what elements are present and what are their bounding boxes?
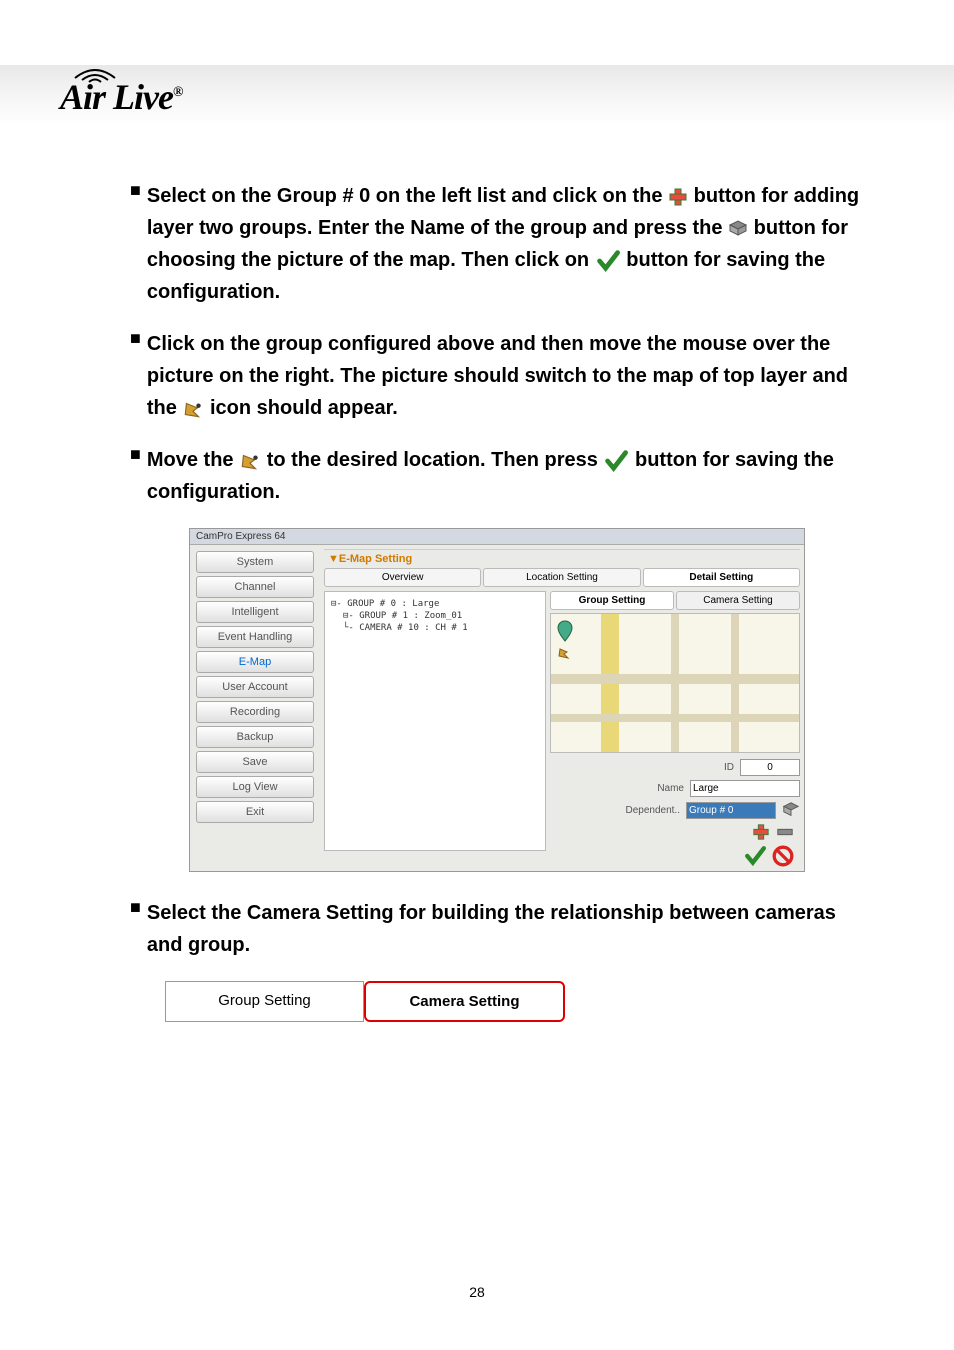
- sidebar-item-recording[interactable]: Recording: [196, 701, 314, 723]
- page-number: 28: [0, 1284, 954, 1300]
- check-icon: [603, 449, 629, 473]
- bullet-2: ■ Click on the group configured above an…: [130, 328, 864, 424]
- subtab-group[interactable]: Group Setting: [550, 591, 674, 610]
- picture-icon: [728, 219, 748, 239]
- setting-tabs: Group Setting Camera Setting: [165, 981, 565, 1022]
- check-icon[interactable]: [744, 845, 766, 867]
- bullet-3: ■ Move the to the desired location. Then…: [130, 444, 864, 508]
- bullet-text: Select on the Group # 0 on the left list…: [147, 180, 864, 308]
- tab-location[interactable]: Location Setting: [483, 568, 640, 587]
- bullet-marker: ■: [130, 444, 141, 508]
- section-title: ▼E-Map Setting: [324, 549, 800, 568]
- field-panel: ID Name Dependent.. Group # 0: [550, 759, 800, 867]
- bullet-marker: ■: [130, 897, 141, 961]
- camera-setting-tab[interactable]: Camera Setting: [364, 981, 565, 1022]
- right-panel: Group Setting Camera Setting: [550, 591, 800, 867]
- tab-detail[interactable]: Detail Setting: [643, 568, 800, 587]
- bullet-text: Click on the group configured above and …: [147, 328, 864, 424]
- sidebar-item-user[interactable]: User Account: [196, 676, 314, 698]
- plus-icon: [668, 187, 688, 207]
- group-setting-tab[interactable]: Group Setting: [165, 981, 364, 1022]
- check-icon: [595, 249, 621, 273]
- content-area: ■ Select on the Group # 0 on the left li…: [130, 180, 864, 1022]
- tree-item[interactable]: └- CAMERA # 10 : CH # 1: [331, 622, 539, 634]
- tree-item[interactable]: ⊟- GROUP # 0 : Large: [331, 598, 539, 610]
- app-screenshot: CamPro Express 64 System Channel Intelli…: [189, 528, 805, 872]
- camera-marker-icon: [557, 646, 571, 660]
- main-panel: ▼E-Map Setting Overview Location Setting…: [320, 545, 804, 871]
- minus-icon[interactable]: [776, 823, 794, 841]
- sidebar-item-logview[interactable]: Log View: [196, 776, 314, 798]
- sidebar-item-save[interactable]: Save: [196, 751, 314, 773]
- camera-icon: [239, 450, 261, 472]
- tab-overview[interactable]: Overview: [324, 568, 481, 587]
- tree-view[interactable]: ⊟- GROUP # 0 : Large ⊟- GROUP # 1 : Zoom…: [324, 591, 546, 851]
- bullet-marker: ■: [130, 180, 141, 308]
- bullet-text: Move the to the desired location. Then p…: [147, 444, 864, 508]
- bullet-text: Select the Camera Setting for building t…: [147, 897, 864, 961]
- bullet-4: ■ Select the Camera Setting for building…: [130, 897, 864, 961]
- sidebar-item-event[interactable]: Event Handling: [196, 626, 314, 648]
- window-titlebar: CamPro Express 64: [190, 529, 804, 545]
- plus-icon[interactable]: [752, 823, 770, 841]
- map-pin-icon: [556, 619, 574, 643]
- bullet-marker: ■: [130, 328, 141, 424]
- id-label: ID: [724, 762, 734, 773]
- subtab-camera[interactable]: Camera Setting: [676, 591, 800, 610]
- name-input[interactable]: [690, 780, 800, 797]
- bullet-1: ■ Select on the Group # 0 on the left li…: [130, 180, 864, 308]
- dependent-label: Dependent..: [626, 805, 681, 816]
- sidebar-item-intelligent[interactable]: Intelligent: [196, 601, 314, 623]
- tree-item[interactable]: ⊟- GROUP # 1 : Zoom_01: [331, 610, 539, 622]
- sidebar: System Channel Intelligent Event Handlin…: [190, 545, 320, 871]
- sidebar-item-system[interactable]: System: [196, 551, 314, 573]
- sidebar-item-channel[interactable]: Channel: [196, 576, 314, 598]
- name-label: Name: [657, 783, 684, 794]
- id-input[interactable]: [740, 759, 800, 776]
- map-preview[interactable]: [550, 613, 800, 753]
- camera-icon: [182, 398, 204, 420]
- sidebar-item-emap[interactable]: E-Map: [196, 651, 314, 673]
- dependent-select[interactable]: Group # 0: [686, 802, 776, 819]
- logo: Air Live®: [60, 60, 182, 118]
- cancel-icon[interactable]: [772, 845, 794, 867]
- sidebar-item-exit[interactable]: Exit: [196, 801, 314, 823]
- picture-icon[interactable]: [782, 801, 800, 819]
- logo-text: Air Live®: [60, 77, 182, 117]
- sidebar-item-backup[interactable]: Backup: [196, 726, 314, 748]
